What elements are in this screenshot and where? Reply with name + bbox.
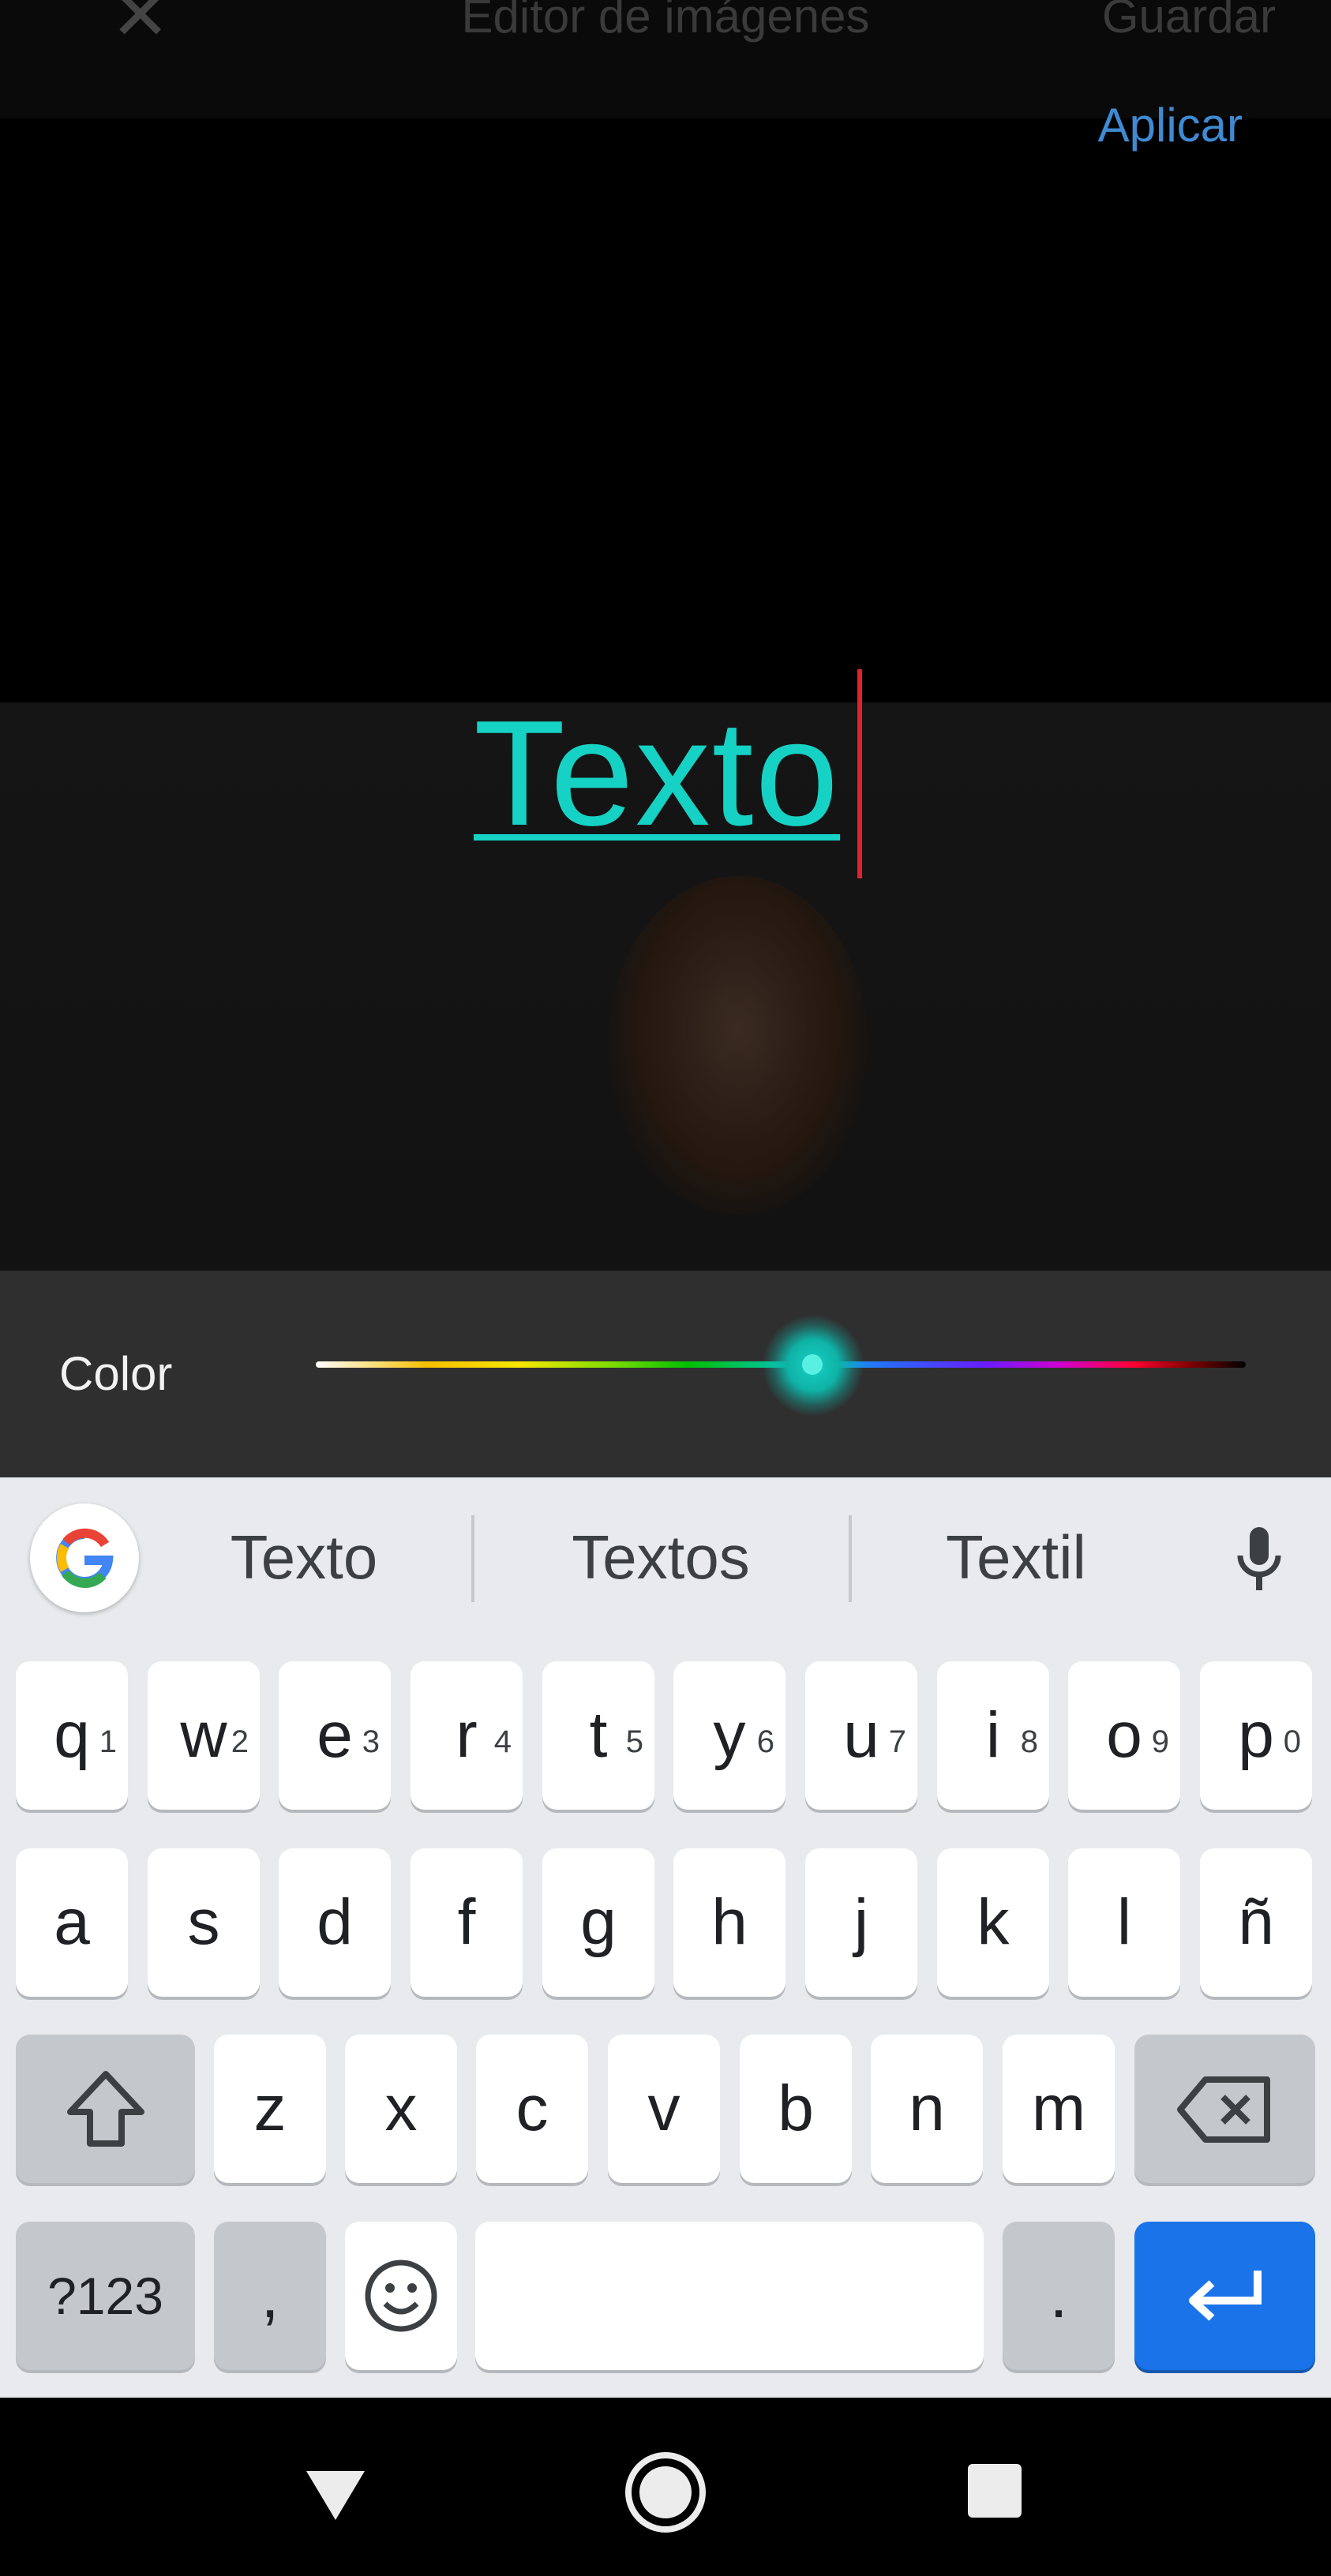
key-hint-number: 7 (888, 1724, 906, 1759)
text-caret (857, 669, 862, 878)
google-g-icon (56, 1528, 114, 1588)
color-slider-thumb[interactable] (802, 1354, 823, 1375)
period-key[interactable]: . (1003, 2222, 1115, 2370)
key-hint-number: 0 (1283, 1724, 1301, 1759)
key-u[interactable]: u7 (805, 1661, 917, 1810)
space-key[interactable] (475, 2222, 984, 2370)
key-x[interactable]: x (345, 2035, 457, 2183)
enter-key[interactable] (1134, 2222, 1315, 2370)
suggestion-3[interactable]: Textil (874, 1522, 1158, 1593)
key-b[interactable]: b (740, 2035, 852, 2183)
key-hint-number: 1 (99, 1724, 117, 1759)
home-icon[interactable] (622, 2449, 709, 2536)
key-j[interactable]: j (805, 1848, 917, 1997)
suggestion-2[interactable]: Textos (519, 1522, 803, 1593)
key-l[interactable]: l (1068, 1848, 1180, 1997)
key-letter: e (317, 1699, 353, 1771)
key-t[interactable]: t5 (542, 1661, 654, 1810)
key-r[interactable]: r4 (411, 1661, 523, 1810)
key-hint-number: 5 (625, 1724, 643, 1759)
key-ñ[interactable]: ñ (1200, 1848, 1312, 1997)
emoji-icon (365, 2260, 437, 2332)
key-y[interactable]: y6 (673, 1661, 785, 1810)
suggestion-1[interactable]: Texto (162, 1522, 446, 1593)
key-n[interactable]: n (871, 2035, 983, 2183)
key-d[interactable]: d (279, 1848, 391, 1997)
key-hint-number: 6 (756, 1724, 774, 1759)
save-button[interactable]: Guardar (1102, 0, 1276, 43)
key-p[interactable]: p0 (1200, 1661, 1312, 1810)
key-hint-number: 9 (1151, 1724, 1169, 1759)
recents-icon[interactable] (963, 2459, 1026, 2522)
key-o[interactable]: o9 (1068, 1661, 1180, 1810)
key-s[interactable]: s (148, 1848, 260, 1997)
text-layer-input[interactable]: Texto (474, 691, 840, 856)
enter-icon (1188, 2271, 1262, 2321)
key-hint-number: 8 (1020, 1724, 1038, 1759)
suggestion-divider (849, 1515, 852, 1602)
key-h[interactable]: h (673, 1848, 785, 1997)
key-m[interactable]: m (1003, 2035, 1115, 2183)
key-k[interactable]: k (937, 1848, 1049, 1997)
color-panel (0, 1271, 1331, 1477)
key-letter: i (985, 1699, 1001, 1771)
key-i[interactable]: i8 (937, 1661, 1049, 1810)
shift-key[interactable] (16, 2035, 195, 2183)
key-w[interactable]: w2 (148, 1661, 260, 1810)
color-label: Color (59, 1347, 173, 1400)
key-letter: w (180, 1699, 227, 1771)
photo-subject (608, 876, 868, 1215)
key-letter: r (456, 1699, 478, 1771)
suggestion-divider (471, 1515, 474, 1602)
key-letter: y (713, 1699, 746, 1771)
key-c[interactable]: c (476, 2035, 588, 2183)
key-e[interactable]: e3 (279, 1661, 391, 1810)
microphone-icon[interactable] (1220, 1519, 1299, 1598)
emoji-key[interactable] (345, 2222, 457, 2370)
key-hint-number: 2 (231, 1724, 249, 1759)
key-q[interactable]: q1 (16, 1661, 128, 1810)
key-v[interactable]: v (608, 2035, 720, 2183)
key-letter: q (54, 1699, 90, 1771)
google-logo-button[interactable] (30, 1503, 139, 1612)
backspace-icon (1176, 2076, 1270, 2143)
comma-key[interactable]: , (214, 2222, 326, 2370)
key-hint-number: 4 (493, 1724, 512, 1759)
key-g[interactable]: g (542, 1848, 654, 1997)
key-f[interactable]: f (411, 1848, 523, 1997)
key-z[interactable]: z (214, 2035, 326, 2183)
apply-button[interactable]: Aplicar (1098, 98, 1243, 152)
key-letter: t (589, 1699, 608, 1771)
key-letter: u (843, 1699, 879, 1771)
backspace-key[interactable] (1134, 2035, 1315, 2183)
shift-icon (66, 2071, 144, 2147)
key-a[interactable]: a (16, 1848, 128, 1997)
key-hint-number: 3 (362, 1724, 380, 1759)
symbols-key[interactable]: ?123 (16, 2222, 195, 2370)
system-nav-bar (0, 2398, 1331, 2576)
back-icon[interactable] (300, 2457, 371, 2528)
key-letter: p (1238, 1699, 1274, 1771)
key-letter: o (1106, 1699, 1142, 1771)
